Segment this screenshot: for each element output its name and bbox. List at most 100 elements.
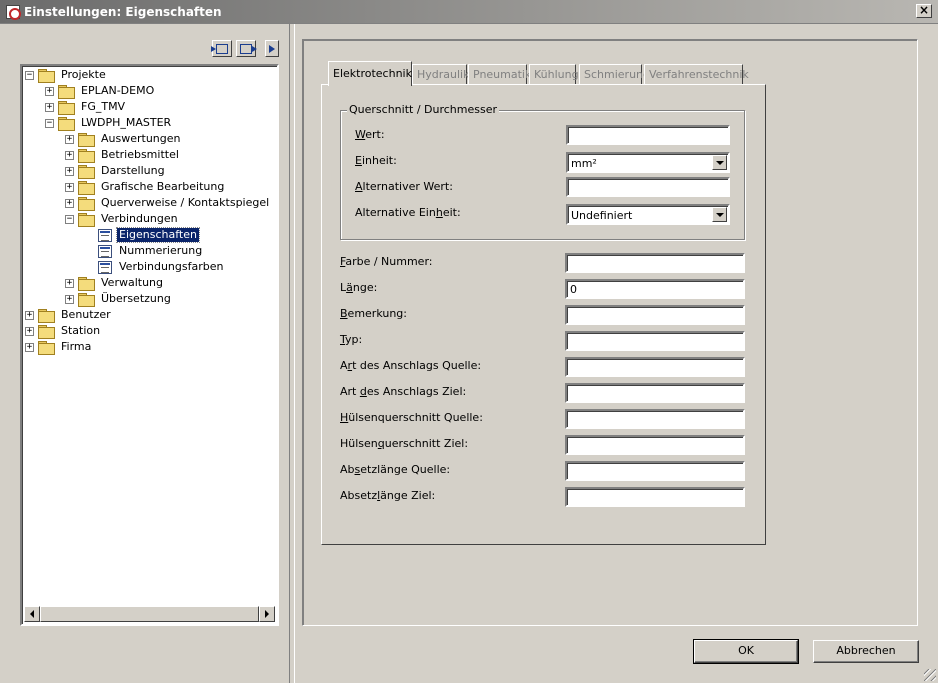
label-text: Ab — [340, 463, 355, 476]
tree-item-projekte[interactable]: − Projekte — [25, 67, 108, 83]
label-huelsenquerschnitt-ziel: Hülsenquerschnitt Ziel: — [340, 437, 468, 450]
tree-item-querverweise-kontaktspiegel[interactable]: + Querverweise / Kontaktspiegel — [65, 195, 271, 211]
expand-icon[interactable]: + — [25, 310, 34, 320]
label-art-anschlag-quelle: Art des Anschlags Quelle: — [340, 359, 481, 372]
tree-item-darstellung[interactable]: + Darstellung — [65, 163, 167, 179]
label-text: etzlänge Quelle: — [360, 463, 451, 476]
accelerator-key: h — [435, 206, 443, 219]
tree-item-verbindungsfarben[interactable]: Verbindungsfarben — [85, 259, 225, 275]
expand-all-button[interactable] — [236, 40, 257, 57]
collapse-icon[interactable]: − — [65, 214, 74, 224]
label-einheit: Einheit: — [355, 154, 397, 167]
collapse-icon[interactable]: − — [25, 70, 34, 80]
navigation-pane: − Projekte + EPLAN-DEMO + FG_TMV − LWDPH_MASTER… — [0, 24, 290, 683]
tree-item-fg-tmv[interactable]: + FG_TMV — [45, 99, 127, 115]
art-anschlag-ziel-field[interactable] — [565, 383, 745, 403]
tree-item-label: Auswertungen — [101, 132, 181, 145]
tab-verfahrenstechnik[interactable]: Verfahrenstechnik — [644, 64, 749, 85]
cancel-button[interactable]: Abbrechen — [813, 640, 919, 663]
bemerkung-field[interactable] — [565, 305, 745, 325]
collapse-icon — [211, 43, 228, 54]
expand-icon[interactable]: + — [65, 166, 74, 176]
folder-icon — [58, 85, 75, 99]
tree-item-verwaltung[interactable]: + Verwaltung — [65, 275, 165, 291]
tree-item-eplan-demo[interactable]: + EPLAN-DEMO — [45, 83, 156, 99]
tree-item-firma[interactable]: + Firma — [25, 339, 93, 355]
pane-splitter[interactable] — [289, 24, 295, 683]
label-text: emerkung: — [347, 307, 407, 320]
tab-pneumatik[interactable]: Pneumatik — [468, 64, 531, 85]
tab-elektrotechnik[interactable]: Elektrotechnik — [328, 61, 412, 86]
dropdown-button[interactable] — [712, 207, 727, 222]
absetzlaenge-quelle-field[interactable] — [565, 461, 745, 481]
folder-icon — [38, 69, 55, 83]
expand-icon[interactable]: + — [65, 294, 74, 304]
typ-field[interactable] — [565, 331, 745, 351]
expand-icon[interactable]: + — [25, 326, 34, 336]
laenge-field[interactable]: 0 — [565, 279, 745, 299]
folder-icon — [78, 181, 95, 195]
tree-item-station[interactable]: + Station — [25, 323, 102, 339]
accelerator-key: E — [355, 154, 362, 167]
tree-item-ubersetzung[interactable]: + Übersetzung — [65, 291, 173, 307]
accelerator-key: A — [355, 180, 363, 193]
collapse-icon[interactable]: − — [45, 118, 54, 128]
tree-item-betriebsmittel[interactable]: + Betriebsmittel — [65, 147, 181, 163]
absetzlaenge-ziel-field[interactable] — [565, 487, 745, 507]
resize-grip[interactable] — [924, 669, 936, 681]
folder-icon — [38, 325, 55, 339]
tab-schmierung[interactable]: Schmierung — [579, 64, 650, 85]
tree-item-grafische-bearbeitung[interactable]: + Grafische Bearbeitung — [65, 179, 226, 195]
alternative-einheit-dropdown[interactable]: Undefiniert — [566, 204, 730, 225]
folder-icon — [58, 117, 75, 131]
tree-item-auswertungen[interactable]: + Auswertungen — [65, 131, 183, 147]
dropdown-value: mm² — [571, 157, 597, 170]
tree-item-label: Verbindungsfarben — [119, 260, 224, 273]
folder-icon — [58, 101, 75, 115]
tree-item-nummerierung[interactable]: Nummerierung — [85, 243, 204, 259]
einheit-dropdown[interactable]: mm² — [566, 152, 730, 173]
expand-icon[interactable]: + — [45, 86, 54, 96]
label-alternativer-wert: Alternativer Wert: — [355, 180, 453, 193]
expand-icon[interactable]: + — [45, 102, 54, 112]
tree-item-label: Eigenschaften — [116, 227, 200, 243]
expand-icon[interactable]: + — [25, 342, 34, 352]
huelsenquerschnitt-quelle-field[interactable] — [565, 409, 745, 429]
farbe-nummer-field[interactable] — [565, 253, 745, 273]
tree-item-benutzer[interactable]: + Benutzer — [25, 307, 113, 323]
art-anschlag-quelle-field[interactable] — [565, 357, 745, 377]
tree-item-label: Darstellung — [101, 164, 165, 177]
dropdown-button[interactable] — [712, 155, 727, 170]
label-farbe-nummer: Farbe / Nummer: — [340, 255, 432, 268]
forward-button[interactable] — [265, 40, 279, 57]
tree-item-label: Übersetzung — [101, 292, 171, 305]
label-absetzlaenge-quelle: Absetzlänge Quelle: — [340, 463, 450, 476]
close-button[interactable]: × — [916, 4, 932, 18]
expand-icon[interactable]: + — [65, 278, 74, 288]
tree-item-lwdph-master[interactable]: − LWDPH_MASTER — [45, 115, 173, 131]
label-typ: Typ: — [340, 333, 362, 346]
scroll-right-button[interactable] — [259, 606, 275, 622]
expand-icon[interactable]: + — [65, 182, 74, 192]
ok-button[interactable]: OK — [693, 639, 799, 664]
scroll-left-button[interactable] — [24, 606, 40, 622]
tree-item-eigenschaften[interactable]: Eigenschaften — [85, 227, 200, 243]
alternativer-wert-field[interactable] — [566, 177, 730, 197]
expand-icon[interactable]: + — [65, 150, 74, 160]
chevron-down-icon — [715, 212, 724, 217]
app-icon — [6, 5, 21, 20]
label-wert: Wert: — [355, 128, 385, 141]
tree-item-verbindungen[interactable]: − Verbindungen — [65, 211, 180, 227]
horizontal-scrollbar[interactable] — [24, 606, 275, 622]
expand-icon[interactable]: + — [65, 198, 74, 208]
wert-field[interactable] — [566, 125, 730, 145]
folder-icon — [78, 165, 95, 179]
collapse-all-button[interactable] — [211, 40, 232, 57]
settings-tree[interactable]: − Projekte + EPLAN-DEMO + FG_TMV − LWDPH_MASTER… — [20, 64, 279, 626]
expand-icon[interactable]: + — [65, 134, 74, 144]
huelsenquerschnitt-ziel-field[interactable] — [565, 435, 745, 455]
scrollbar-thumb[interactable] — [40, 606, 259, 622]
tab-kuhlung[interactable]: Kühlung — [529, 64, 579, 85]
chevron-down-icon — [715, 160, 724, 165]
tab-hydraulik[interactable]: Hydraulik — [412, 64, 469, 85]
